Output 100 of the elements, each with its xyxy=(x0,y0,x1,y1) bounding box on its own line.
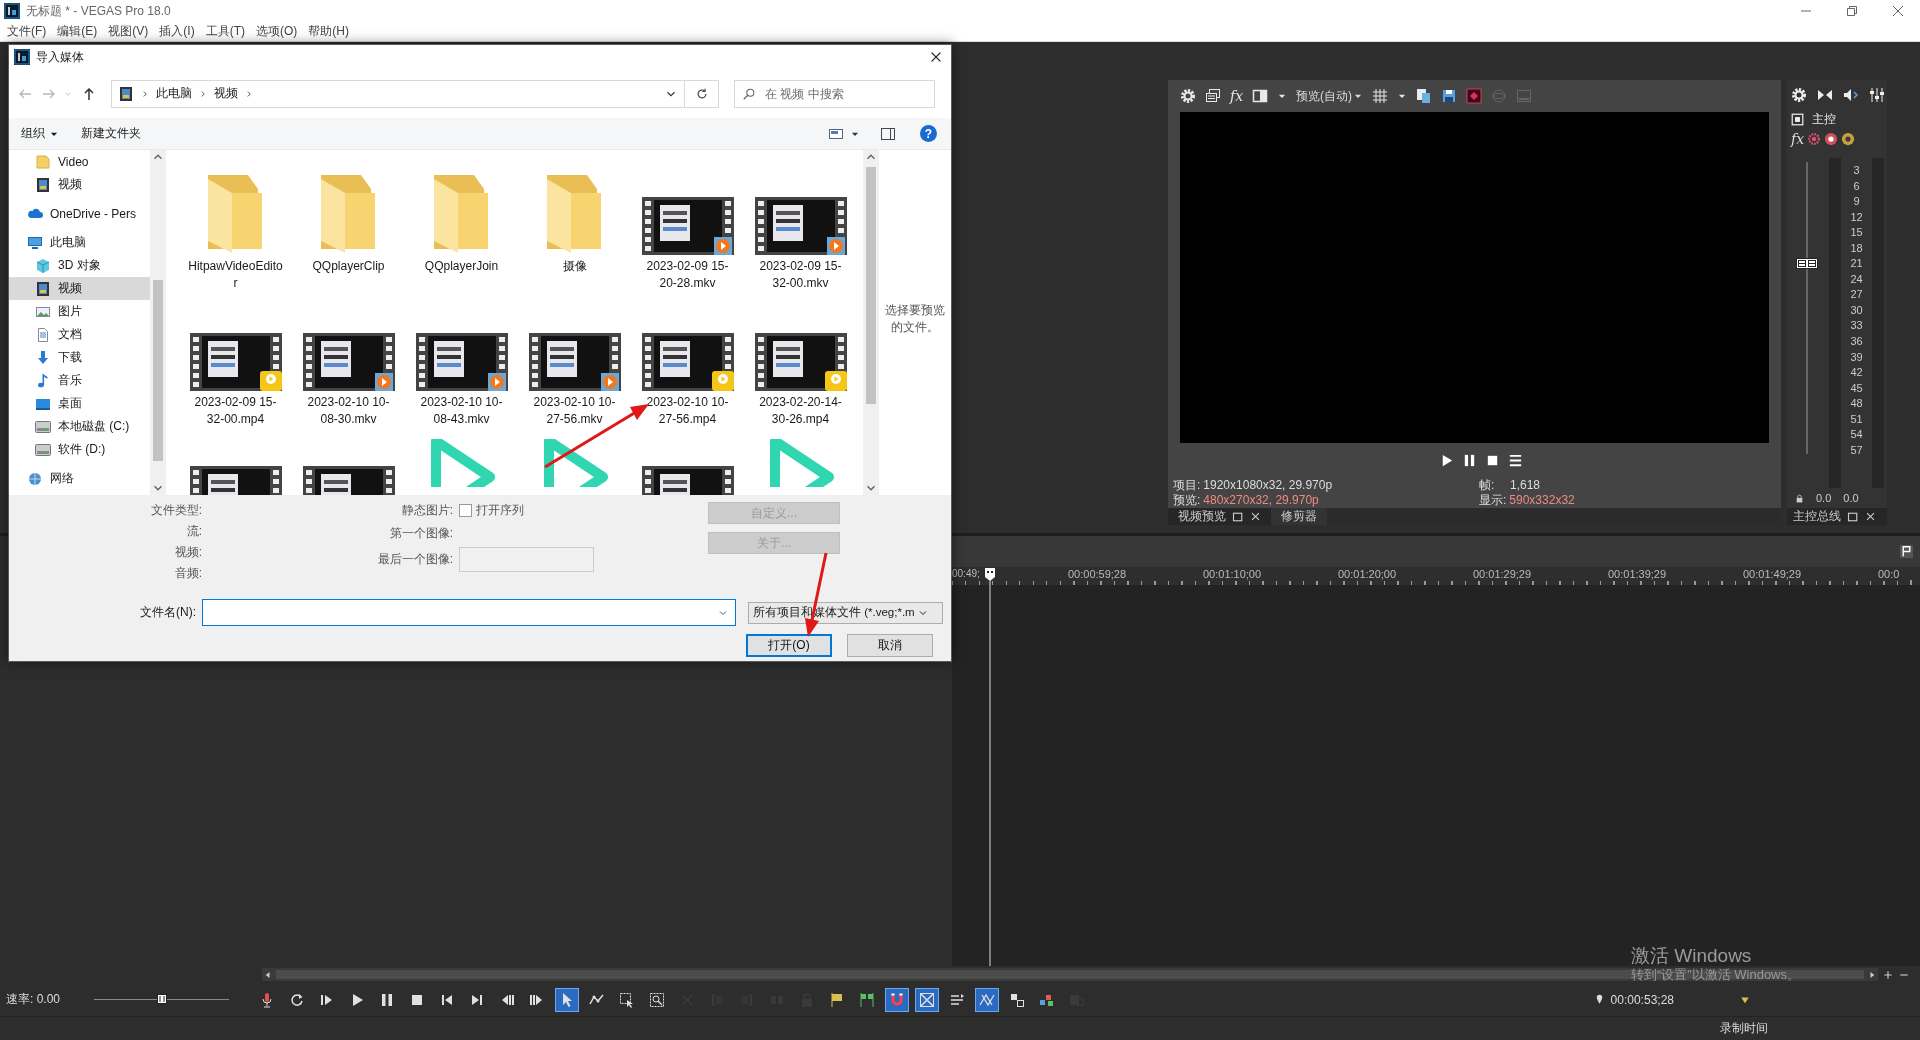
meter-scale-label: 9 xyxy=(1853,195,1860,208)
restore-icon[interactable] xyxy=(1846,5,1858,17)
save-icon[interactable] xyxy=(1441,88,1458,104)
file-name[interactable]: 摄像 xyxy=(525,258,624,275)
cog-icon[interactable] xyxy=(1807,132,1822,146)
speaker-icon[interactable] xyxy=(1843,87,1859,103)
menu-item[interactable]: 选项(O) xyxy=(256,23,298,40)
checkbox[interactable] xyxy=(459,504,472,517)
refresh-button[interactable] xyxy=(685,79,719,108)
grid-icon[interactable] xyxy=(1372,88,1389,104)
scrollbar-thumb[interactable] xyxy=(153,280,163,461)
fx-button[interactable]: fx xyxy=(1230,88,1244,104)
nav-item[interactable]: OneDrive - Pers xyxy=(9,202,150,225)
file-name[interactable]: 2023-02-10 10-08-43.mkv xyxy=(412,394,511,428)
dialog-button[interactable]: 打开(O) xyxy=(746,634,832,657)
fader-thumb[interactable] xyxy=(1795,258,1818,270)
menu-item[interactable]: 文件(F) xyxy=(7,23,47,40)
last-image-field[interactable] xyxy=(459,547,594,572)
preview-pane-icon[interactable] xyxy=(880,125,896,142)
nav-item[interactable]: 视频 xyxy=(9,173,150,196)
horizontal-scrollbar[interactable] xyxy=(262,968,1878,981)
breadcrumb-item[interactable]: 此电脑 xyxy=(156,85,192,102)
file-name[interactable]: 2023-02-09 15-32-00.mkv xyxy=(751,258,850,292)
video-file-icon[interactable] xyxy=(641,333,734,391)
nav-item[interactable]: 网络 xyxy=(9,467,150,490)
nav-item[interactable]: 视频 xyxy=(9,277,150,300)
document-icon xyxy=(35,326,51,343)
nav-item[interactable]: Video xyxy=(9,150,150,173)
playhead[interactable] xyxy=(984,567,996,966)
music-note-icon xyxy=(35,372,51,389)
video-file-icon[interactable] xyxy=(528,333,621,391)
breadcrumb-item[interactable]: 视频 xyxy=(214,85,238,102)
nav-item[interactable]: 桌面 xyxy=(9,392,150,415)
bowtie-icon[interactable] xyxy=(1817,87,1833,103)
file-name[interactable]: QQplayerJoin xyxy=(412,258,511,275)
menu-item[interactable]: 帮助(H) xyxy=(308,23,349,40)
video-file-icon[interactable] xyxy=(754,197,847,255)
scrollbar-thumb[interactable] xyxy=(866,167,876,404)
command-button[interactable]: 新建文件夹 xyxy=(81,125,141,142)
sliders-icon[interactable] xyxy=(1869,87,1885,103)
menu-item[interactable]: 编辑(E) xyxy=(57,23,98,40)
round-badge-icon[interactable] xyxy=(1824,132,1839,146)
square-icon[interactable] xyxy=(1791,112,1804,126)
split-screen-icon[interactable] xyxy=(1252,88,1269,104)
video-file-icon[interactable] xyxy=(754,333,847,391)
menu-item[interactable]: 工具(T) xyxy=(205,23,245,40)
video-file-icon[interactable] xyxy=(189,466,282,495)
zoom-in-icon[interactable] xyxy=(1882,968,1894,981)
file-name[interactable]: 2023-02-10 10-27-56.mkv xyxy=(525,394,624,428)
menu-icon[interactable] xyxy=(1507,453,1523,468)
window-icon[interactable] xyxy=(1232,510,1244,523)
nav-item[interactable]: 本地磁盘 (C:) xyxy=(9,415,150,438)
menu-item[interactable]: 插入(I) xyxy=(159,23,195,40)
file-name[interactable]: 2023-02-20-14-30-26.mp4 xyxy=(751,394,850,428)
nav-item[interactable]: 软件 (D:) xyxy=(9,438,150,461)
file-name[interactable]: 2023-02-10 10-08-30.mkv xyxy=(299,394,398,428)
diamond-box-icon[interactable] xyxy=(1466,88,1483,104)
help-button[interactable]: ? xyxy=(920,125,937,142)
checkbox-label[interactable]: 打开序列 xyxy=(476,500,524,521)
fx-button[interactable]: fx xyxy=(1791,131,1805,147)
file-name[interactable]: 2023-02-09 15-32-00.mp4 xyxy=(186,394,285,428)
address-bar[interactable]: 此电脑 视频 xyxy=(111,79,685,108)
field-label: 音频: xyxy=(173,565,202,582)
video-file-icon[interactable] xyxy=(641,197,734,255)
rate-slider-thumb[interactable] xyxy=(156,994,167,1004)
panel-tab[interactable]: 视频预览 xyxy=(1168,508,1271,525)
video-file-icon[interactable] xyxy=(302,466,395,495)
dialog-button[interactable]: 取消 xyxy=(847,634,933,657)
round-badge-icon[interactable] xyxy=(1841,132,1856,146)
nav-item[interactable]: 音乐 xyxy=(9,369,150,392)
copy-icon[interactable] xyxy=(1416,88,1433,104)
field-label: 视频: xyxy=(173,544,202,561)
video-file-icon[interactable] xyxy=(641,466,734,495)
video-file-icon[interactable] xyxy=(189,333,282,391)
file-name[interactable]: 2023-02-09 15-20-28.mkv xyxy=(638,258,737,292)
window-icon[interactable] xyxy=(1847,510,1859,523)
video-file-icon[interactable] xyxy=(415,333,508,391)
panel-tab[interactable]: 修剪器 xyxy=(1271,508,1327,525)
search-field[interactable]: 在 视频 中搜索 xyxy=(734,79,935,108)
nav-item[interactable]: 下载 xyxy=(9,346,150,369)
filename-field[interactable] xyxy=(202,599,736,626)
video-file-icon[interactable] xyxy=(302,333,395,391)
menu-item[interactable]: 视图(V) xyxy=(108,23,149,40)
menu-button[interactable]: 组织 xyxy=(21,125,59,142)
nav-item[interactable]: 此电脑 xyxy=(9,231,150,254)
nav-item[interactable]: 图片 xyxy=(9,300,150,323)
file-name[interactable]: 2023-02-10 10-27-56.mp4 xyxy=(638,394,737,428)
preview-quality-dropdown[interactable]: 预览(自动) xyxy=(1296,87,1364,105)
panel-tab[interactable]: 主控总线 xyxy=(1787,508,1887,525)
settings-icon[interactable] xyxy=(1180,88,1196,104)
nav-item[interactable]: 3D 对象 xyxy=(9,254,150,277)
external-monitor-icon[interactable] xyxy=(1205,88,1221,104)
flag-icon[interactable] xyxy=(1899,544,1914,559)
ruler-label: 00:0 xyxy=(1878,567,1900,581)
nav-item[interactable]: 文档 xyxy=(9,323,150,346)
lock-icon[interactable] xyxy=(1795,493,1804,503)
close-icon[interactable] xyxy=(929,50,943,64)
file-name[interactable]: QQplayerClip xyxy=(299,258,398,275)
settings-icon[interactable] xyxy=(1791,87,1807,103)
file-name[interactable]: HitpawVideoEditor xyxy=(186,258,285,292)
